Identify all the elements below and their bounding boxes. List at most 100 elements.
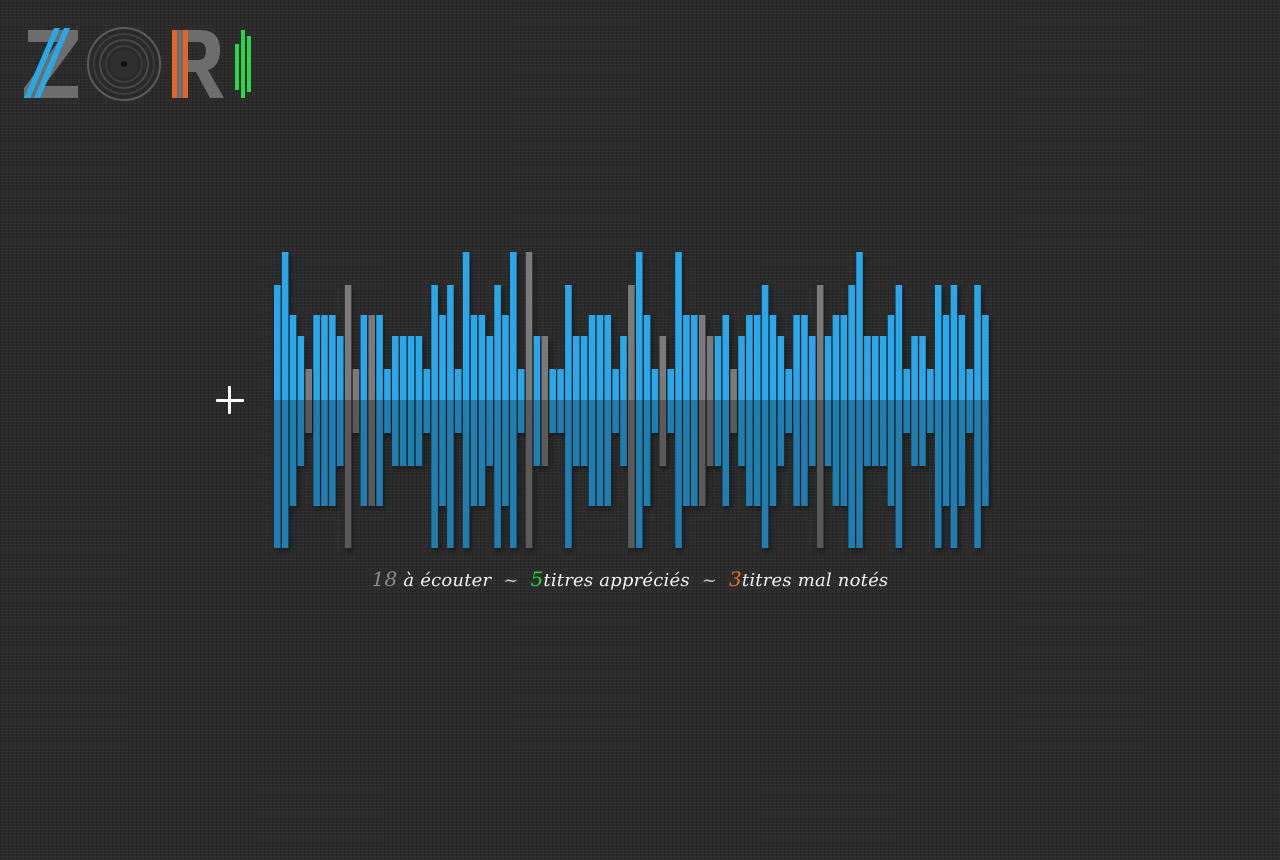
waveform-bar[interactable] (840, 315, 848, 506)
waveform-bar[interactable] (439, 315, 446, 506)
waveform-bar[interactable] (958, 315, 966, 506)
waveform-bar[interactable] (856, 252, 863, 548)
waveform-bar[interactable] (753, 315, 761, 506)
waveform-bar[interactable] (848, 285, 855, 548)
waveform-bar[interactable] (368, 315, 375, 506)
waveform-bar[interactable] (376, 315, 383, 506)
waveform-bar[interactable] (635, 252, 643, 548)
waveform-bar[interactable] (887, 315, 895, 506)
waveform-bar[interactable] (643, 315, 651, 506)
waveform-bar[interactable] (816, 285, 824, 548)
waveform-bar[interactable] (407, 336, 415, 466)
zori-logo (24, 27, 251, 101)
waveform-bar[interactable] (722, 315, 730, 506)
waveform-bar[interactable] (565, 285, 572, 548)
waveform-bar[interactable] (572, 336, 580, 466)
add-button[interactable] (212, 382, 248, 418)
waveform-bar[interactable] (274, 285, 281, 548)
waveform-bar[interactable] (423, 369, 431, 433)
waveform-bar[interactable] (879, 336, 887, 466)
waveform-bar[interactable] (612, 369, 619, 433)
waveform-bar[interactable] (470, 315, 478, 506)
waveform-bar[interactable] (927, 369, 934, 433)
waveform-bar[interactable] (832, 315, 840, 506)
waveform-bar[interactable] (675, 252, 682, 548)
waveform-bar[interactable] (824, 336, 832, 466)
waveform-bar[interactable] (714, 336, 722, 466)
waveform-bar[interactable] (447, 285, 454, 548)
waveform-bar[interactable] (604, 315, 612, 506)
waveform-bar[interactable] (659, 336, 667, 466)
waveform-bar[interactable] (738, 336, 745, 466)
waveform-visualizer[interactable] (274, 250, 990, 552)
waveform-bar[interactable] (911, 336, 918, 466)
waveform-bar[interactable] (384, 369, 391, 433)
waveform-bar[interactable] (974, 285, 981, 548)
waveform-bar[interactable] (415, 336, 423, 466)
waveform-bar[interactable] (730, 369, 737, 433)
waveform-bar[interactable] (793, 315, 800, 506)
disliked-count: 3 (728, 567, 742, 591)
waveform-bar[interactable] (620, 336, 627, 466)
waveform-bar[interactable] (478, 315, 486, 506)
waveform-bar[interactable] (549, 369, 556, 433)
waveform-bar[interactable] (289, 315, 297, 506)
waveform-bar[interactable] (321, 315, 328, 506)
waveform-bar[interactable] (525, 252, 533, 548)
waveform-bar[interactable] (454, 369, 462, 433)
liked-count: 5 (530, 567, 544, 591)
waveform-bar[interactable] (494, 285, 501, 548)
waveform-bar[interactable] (777, 336, 785, 466)
waveform-bar[interactable] (683, 315, 690, 506)
waveform-bar[interactable] (895, 285, 903, 548)
waveform-bar[interactable] (801, 315, 808, 506)
waveform-bar[interactable] (761, 285, 769, 548)
disliked-label: titres mal notés (741, 570, 889, 591)
waveform-bar[interactable] (510, 252, 517, 548)
waveform-bar[interactable] (336, 336, 344, 466)
waveform-bar[interactable] (809, 336, 816, 466)
waveform-bar[interactable] (903, 369, 911, 433)
liked-label: titres appréciés (543, 570, 690, 591)
waveform-bar[interactable] (950, 285, 958, 548)
waveform-bar[interactable] (942, 315, 950, 506)
waveform-bar[interactable] (557, 369, 564, 433)
waveform-bar[interactable] (502, 315, 509, 506)
waveform-bar[interactable] (352, 369, 360, 433)
waveform-bar[interactable] (966, 369, 973, 433)
waveform-bar[interactable] (486, 336, 494, 466)
waveform-bar[interactable] (864, 336, 871, 466)
waveform-bar[interactable] (982, 315, 989, 506)
waveform-bar[interactable] (305, 369, 313, 433)
waveform-bar[interactable] (934, 285, 942, 548)
waveform-bar[interactable] (281, 252, 289, 548)
waveform-bar[interactable] (746, 315, 753, 506)
waveform-bar[interactable] (651, 369, 659, 433)
waveform-bar[interactable] (871, 336, 879, 466)
waveform-bar[interactable] (919, 336, 926, 466)
waveform-bar[interactable] (706, 336, 714, 466)
waveform-bar[interactable] (399, 336, 407, 466)
waveform-bar[interactable] (691, 315, 698, 506)
waveform-bar[interactable] (580, 336, 588, 466)
waveform-bar[interactable] (769, 315, 777, 506)
waveform-bar[interactable] (628, 285, 635, 548)
stats-line: 18 à écouter ~ 5titres appréciés ~ 3titr… (0, 567, 1260, 591)
waveform-bar[interactable] (329, 315, 336, 506)
waveform-bar[interactable] (313, 315, 320, 506)
waveform-bar[interactable] (462, 252, 470, 548)
waveform-bar[interactable] (588, 315, 596, 506)
waveform-bar[interactable] (541, 336, 549, 466)
waveform-bar[interactable] (297, 336, 305, 466)
waveform-bar[interactable] (344, 285, 352, 548)
waveform-bar[interactable] (431, 285, 438, 548)
waveform-bar[interactable] (533, 336, 541, 466)
waveform-bar[interactable] (517, 369, 525, 433)
waveform-bar[interactable] (785, 369, 792, 433)
waveform-bar[interactable] (392, 336, 399, 466)
to-listen-count: 18 (371, 567, 398, 591)
waveform-bar[interactable] (596, 315, 604, 506)
waveform-bar[interactable] (698, 315, 706, 506)
waveform-bar[interactable] (667, 369, 674, 433)
waveform-bar[interactable] (360, 315, 368, 506)
